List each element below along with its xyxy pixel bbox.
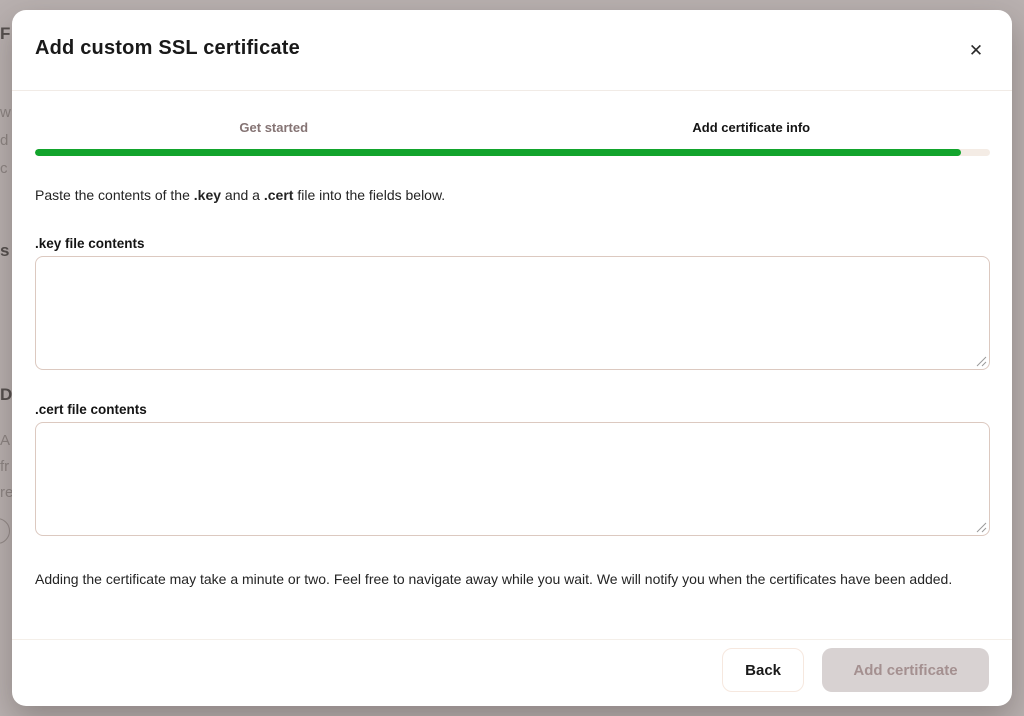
background-text-fragment: s	[0, 241, 12, 261]
intro-cert-term: .cert	[264, 187, 294, 203]
background-circle-fragment	[0, 518, 10, 544]
add-ssl-certificate-dialog: Add custom SSL certificate ✕ Get started…	[12, 10, 1012, 706]
background-text-fragment: D	[0, 385, 12, 405]
cert-file-label: .cert file contents	[35, 402, 147, 417]
background-text-fragment: fr	[0, 458, 12, 475]
background-text-fragment: re	[0, 484, 12, 501]
background-text-fragment: F	[0, 24, 12, 44]
footer-divider	[12, 639, 1012, 640]
footer-actions: Back Add certificate	[722, 648, 989, 692]
key-file-label: .key file contents	[35, 236, 145, 251]
background-text-fragment: w	[0, 104, 12, 121]
close-icon[interactable]: ✕	[962, 37, 990, 65]
background-text-fragment: A	[0, 432, 12, 449]
header-divider	[12, 90, 1012, 91]
background-text-fragment: d	[0, 132, 12, 149]
progress-bar-track	[35, 149, 990, 156]
intro-text-after: file into the fields below.	[293, 187, 445, 203]
wizard-stepper: Get started Add certificate info	[35, 120, 990, 135]
add-certificate-button[interactable]: Add certificate	[822, 648, 989, 692]
progress-fill	[35, 149, 961, 156]
footer-note: Adding the certificate may take a minute…	[35, 566, 985, 592]
cert-file-textarea[interactable]	[35, 422, 990, 536]
cert-file-field-wrap	[35, 422, 990, 536]
intro-key-term: .key	[194, 187, 221, 203]
dialog-header: Add custom SSL certificate ✕	[12, 10, 1012, 90]
dialog-title: Add custom SSL certificate	[35, 37, 300, 60]
step-get-started: Get started	[35, 120, 513, 135]
intro-text-before: Paste the contents of the	[35, 187, 194, 203]
intro-text-mid: and a	[221, 187, 264, 203]
intro-text: Paste the contents of the .key and a .ce…	[35, 187, 445, 203]
key-file-textarea[interactable]	[35, 256, 990, 370]
step-add-certificate-info: Add certificate info	[513, 120, 991, 135]
back-button[interactable]: Back	[722, 648, 804, 692]
key-file-field-wrap	[35, 256, 990, 370]
background-text-fragment: c	[0, 160, 12, 177]
